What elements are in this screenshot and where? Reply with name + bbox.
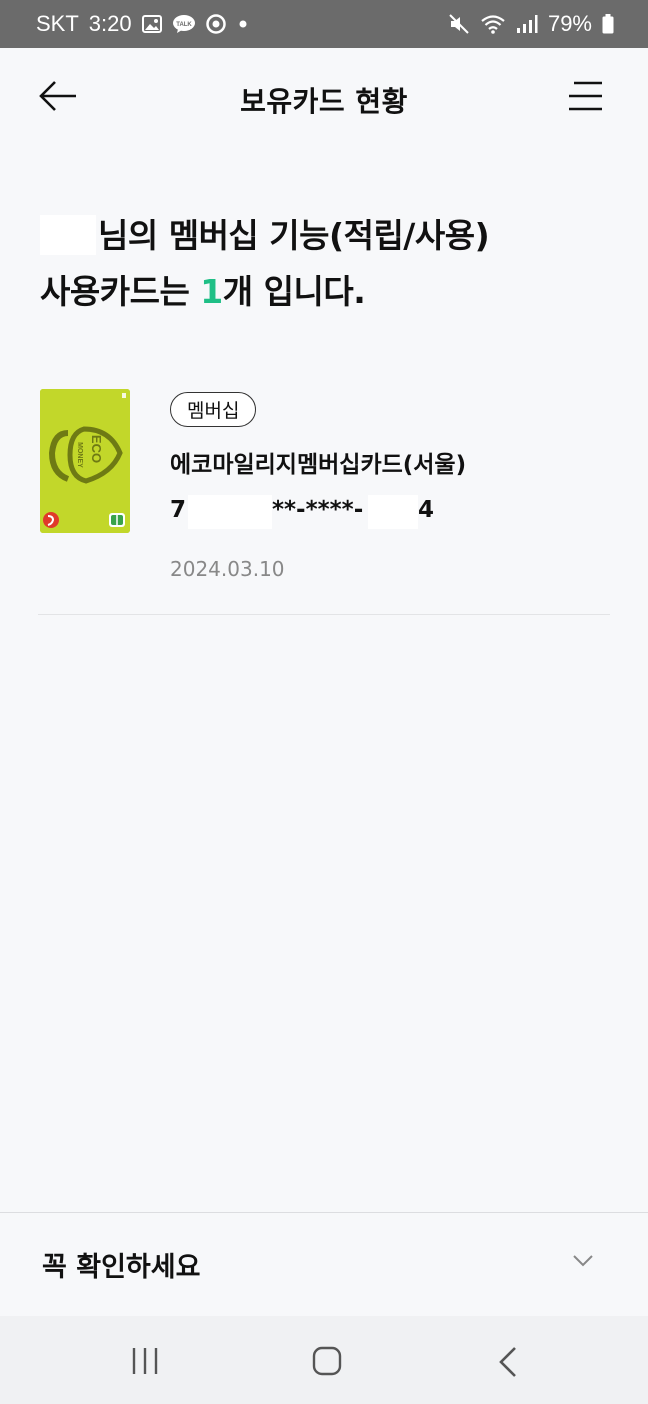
home-icon[interactable] [312, 1346, 342, 1376]
dot-icon [236, 19, 250, 29]
card-number: 7 **-****- 4 [170, 495, 610, 529]
headline-line-1: 님의 멤버십 기능(적립/사용) [40, 208, 620, 264]
eco-money-card-art: ECO MONEY [40, 389, 130, 533]
app-bar: 보유카드 현황 [0, 48, 648, 152]
back-button[interactable] [38, 78, 84, 118]
status-left: SKT 3:20 TALK [36, 11, 250, 37]
gallery-icon [141, 15, 162, 33]
battery-percent: 79% [547, 11, 592, 36]
card-issue-date: 2024.03.10 [170, 557, 285, 581]
card-number-mask-2 [368, 495, 418, 529]
headline-text-1: 님의 멤버십 기능(적립/사용) [98, 216, 490, 255]
card-logo-money: MONEY [76, 442, 83, 468]
status-right: 79% [448, 11, 614, 37]
card-logo-eco: ECO [89, 435, 104, 463]
card-info: 멤버십 에코마일리지멤버십카드(서울) 7 **-****- 4 2024.03… [170, 392, 610, 581]
card-number-part-2: **-****- [272, 497, 364, 523]
svg-text:TALK: TALK [176, 22, 192, 28]
recent-apps-icon[interactable] [131, 1346, 161, 1376]
card-number-mask-1 [188, 495, 272, 529]
chevron-down-icon [572, 1253, 594, 1269]
list-divider [38, 614, 610, 615]
card-count-headline: 님의 멤버십 기능(적립/사용) 사용카드는 1개 입니다. [40, 208, 620, 320]
status-bar: SKT 3:20 TALK 79% [0, 0, 648, 48]
signal-icon [516, 14, 538, 34]
notice-label: 꼭 확인하세요 [42, 1252, 201, 1283]
battery-icon [602, 14, 614, 34]
headline-line-2: 사용카드는 1개 입니다. [40, 264, 620, 320]
card-count: 1 [200, 272, 223, 311]
membership-badge: 멤버십 [170, 392, 257, 427]
carrier-label: SKT [36, 11, 79, 36]
wifi-icon [480, 13, 506, 35]
menu-button[interactable] [566, 78, 608, 118]
chrome-icon [205, 14, 226, 34]
mute-icon [448, 13, 470, 35]
card-name: 에코마일리지멤버십카드(서울) [170, 452, 467, 478]
arrow-left-icon [38, 80, 78, 116]
nav-back-icon[interactable] [498, 1346, 518, 1378]
system-nav-bar [0, 1316, 648, 1404]
page-title: 보유카드 현황 [240, 85, 408, 118]
headline-suffix: 개 입니다. [222, 272, 366, 311]
kakaotalk-icon: TALK [172, 14, 196, 34]
user-name-mask [40, 215, 96, 255]
clock: 3:20 [88, 11, 132, 36]
notice-expander[interactable]: 꼭 확인하세요 [0, 1212, 648, 1316]
hamburger-icon [566, 80, 604, 116]
card-list-item[interactable]: ECO MONEY 멤버십 에코마일리지멤버십카드(서울) 7 **-****-… [40, 388, 610, 614]
headline-prefix: 사용카드는 [40, 272, 201, 311]
card-number-part-3: 4 [418, 497, 435, 523]
card-image: ECO MONEY [40, 389, 130, 533]
card-number-part-1: 7 [170, 497, 187, 523]
